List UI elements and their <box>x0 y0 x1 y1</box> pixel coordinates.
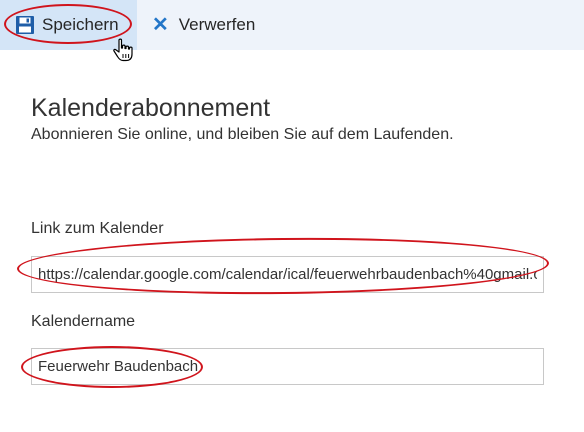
discard-button[interactable]: ✕ Verwerfen <box>152 0 255 50</box>
calendar-link-label: Link zum Kalender <box>31 220 164 237</box>
command-bar: Speichern ✕ Verwerfen <box>0 0 584 50</box>
save-icon <box>16 16 34 34</box>
calendar-name-input[interactable] <box>31 348 544 385</box>
page-title: Kalenderabonnement <box>31 94 271 122</box>
calendar-name-label: Kalendername <box>31 313 136 330</box>
discard-label: Verwerfen <box>178 15 256 34</box>
hand-cursor-icon <box>113 38 133 62</box>
calendar-link-input[interactable] <box>31 256 544 293</box>
close-icon: ✕ <box>152 14 169 36</box>
page-subtitle: Abonnieren Sie online, und bleiben Sie a… <box>31 126 454 143</box>
save-label: Speichern <box>42 15 119 34</box>
